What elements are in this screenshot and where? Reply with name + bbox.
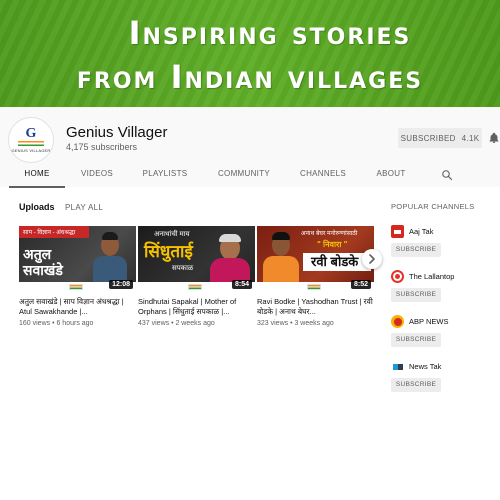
subscribe-button[interactable]: SUBSCRIBE xyxy=(391,243,441,257)
thumbnail-flag-logo xyxy=(188,284,202,290)
tab-home[interactable]: HOME xyxy=(9,162,65,188)
thumbnail-mid-text: " निवारा " xyxy=(317,240,348,249)
popular-channel-item: The Lallantop SUBSCRIBE xyxy=(391,270,491,310)
video-duration: 8:54 xyxy=(231,280,252,289)
subscribe-button[interactable]: SUBSCRIBE xyxy=(391,378,441,392)
lallantop-logo-icon[interactable] xyxy=(391,270,404,283)
video-card[interactable]: अनाथांची माय सिंधुताई सपकाळ 8:54 Sindhut… xyxy=(138,226,255,327)
video-meta: 323 views • 3 weeks ago xyxy=(257,320,334,327)
popular-channel-name[interactable]: News Tak xyxy=(409,362,441,371)
tab-videos[interactable]: VIDEOS xyxy=(73,162,121,188)
video-title[interactable]: Sindhutai Sapakal | Mother of Orphans | … xyxy=(138,297,255,317)
thumbnail-flag-logo xyxy=(69,284,83,290)
subscribe-button[interactable]: SUBSCRIBE xyxy=(391,288,441,302)
popular-channel-item: Aaj Tak SUBSCRIBE xyxy=(391,225,491,265)
subscribe-button[interactable]: SUBSCRIBE xyxy=(391,333,441,347)
tab-community[interactable]: COMMUNITY xyxy=(212,162,276,188)
video-thumbnail[interactable]: साप - विज्ञान - अंधश्रद्धा अतुल सवाखंडे … xyxy=(19,226,136,292)
aaj-tak-logo-icon[interactable] xyxy=(391,225,404,238)
uploads-heading[interactable]: Uploads xyxy=(19,202,55,212)
video-card[interactable]: अनाथ बेघर मनोरुग्णांसाठी " निवारा " रवी … xyxy=(257,226,374,327)
channel-avatar[interactable]: G GENIUS VILLAGER xyxy=(8,117,54,163)
popular-channel-name[interactable]: The Lallantop xyxy=(409,272,454,281)
chevron-right-icon xyxy=(369,254,375,264)
video-duration: 12:08 xyxy=(109,280,133,289)
popular-channels-heading: POPULAR CHANNELS xyxy=(391,202,475,211)
play-all-button[interactable]: PLAY ALL xyxy=(65,203,103,212)
channel-name: Genius Villager xyxy=(66,124,168,141)
tab-about[interactable]: ABOUT xyxy=(368,162,414,188)
thumbnail-top-text: अनाथ बेघर मनोरुग्णांसाठी xyxy=(301,231,358,237)
thumbnail-flag-logo xyxy=(307,284,321,290)
video-thumbnail[interactable]: अनाथ बेघर मनोरुग्णांसाठी " निवारा " रवी … xyxy=(257,226,374,292)
avatar-brand-text: GENIUS VILLAGER xyxy=(11,147,51,153)
channel-tabs: HOME VIDEOS PLAYLISTS COMMUNITY CHANNELS… xyxy=(0,162,500,188)
abp-news-logo-icon[interactable] xyxy=(391,315,404,328)
avatar-flag-stripes xyxy=(18,140,44,146)
video-title[interactable]: अतुल सवाखंडे | साप विज्ञान अंधश्रद्धा | … xyxy=(19,297,136,317)
subscribed-label: SUBSCRIBED xyxy=(400,133,456,143)
shelf-next-button[interactable] xyxy=(362,249,382,269)
video-meta: 437 views • 2 weeks ago xyxy=(138,320,215,327)
search-icon[interactable] xyxy=(441,169,453,181)
popular-channel-name[interactable]: ABP NEWS xyxy=(409,317,448,326)
thumbnail-top-text: अनाथांची माय xyxy=(154,231,190,238)
video-duration: 8:52 xyxy=(350,280,371,289)
video-card[interactable]: साप - विज्ञान - अंधश्रद्धा अतुल सवाखंडे … xyxy=(19,226,136,327)
thumbnail-subtitle-text: सपकाळ xyxy=(172,265,194,272)
tab-channels[interactable]: CHANNELS xyxy=(295,162,351,188)
channel-home-content: Uploads PLAY ALL साप - विज्ञान - अंधश्रद… xyxy=(0,188,500,500)
thumbnail-title-text: रवी बोडके xyxy=(311,254,359,269)
news-tak-logo-icon[interactable] xyxy=(391,360,404,373)
thumbnail-title-text: अतुल सवाखंडे xyxy=(23,246,63,278)
banner-text-line-2: from Indian villages xyxy=(76,58,424,96)
tab-playlists[interactable]: PLAYLISTS xyxy=(135,162,195,188)
subscribed-button[interactable]: SUBSCRIBED 4.1K xyxy=(398,128,482,148)
video-thumbnail[interactable]: अनाथांची माय सिंधुताई सपकाळ 8:54 xyxy=(138,226,255,292)
thumbnail-top-text: साप - विज्ञान - अंधश्रद्धा xyxy=(23,230,76,236)
bell-icon[interactable] xyxy=(488,132,500,144)
thumbnail-title-text: सिंधुताई xyxy=(144,242,193,261)
popular-channel-item: ABP NEWS SUBSCRIBE xyxy=(391,315,491,355)
popular-channel-item: News Tak SUBSCRIBE xyxy=(391,360,491,400)
video-meta: 160 views • 6 hours ago xyxy=(19,320,94,327)
popular-channel-name[interactable]: Aaj Tak xyxy=(409,227,433,236)
banner-text-line-1: Inspiring stories xyxy=(128,14,412,52)
subscribed-count: 4.1K xyxy=(461,133,480,143)
avatar-logo-mark: G xyxy=(25,125,37,141)
channel-subscriber-count: 4,175 subscribers xyxy=(66,142,138,152)
channel-banner: Inspiring stories from Indian villages xyxy=(0,0,500,107)
video-title[interactable]: Ravi Bodke | Yashodhan Trust | रवी बोडके… xyxy=(257,297,374,317)
